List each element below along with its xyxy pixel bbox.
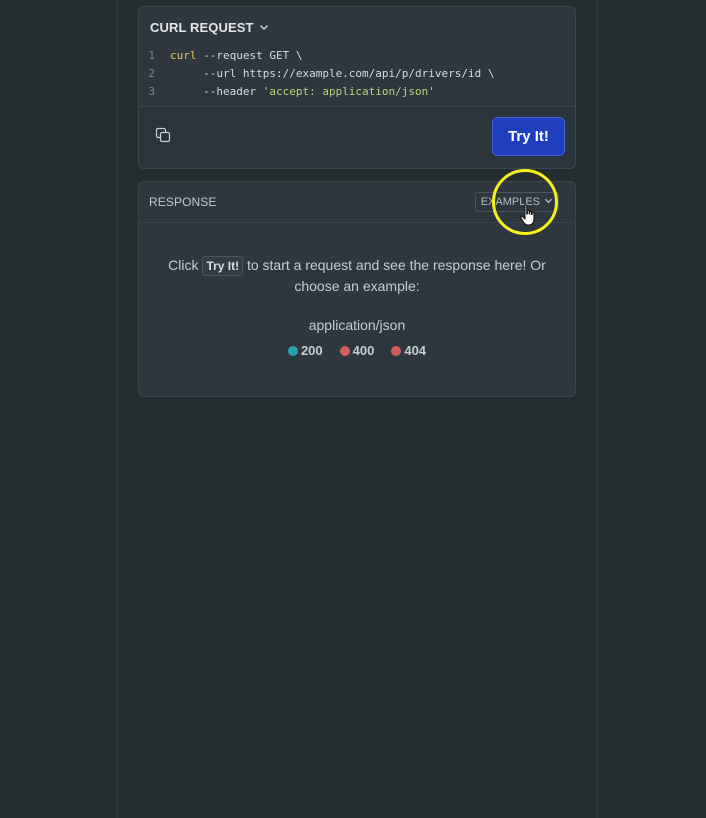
response-instructions: Click Try It! to start a request and see… [139, 255, 575, 297]
content-type-label: application/json [308, 317, 406, 333]
status-examples: 200 400 404 [139, 343, 575, 358]
status-code: 200 [300, 343, 323, 358]
curl-request-footer: Try It! [139, 106, 575, 168]
status-dot [339, 345, 350, 356]
copy-button[interactable] [153, 127, 173, 147]
curl-request-card: CURL REQUEST 1 curl --request GET \ 2 --… [138, 6, 576, 169]
instructions-text: Click [168, 257, 203, 273]
column-divider-left [117, 0, 118, 818]
code-line: 2 --url https://example.com/api/p/driver… [139, 65, 575, 83]
chevron-down-icon [544, 196, 553, 208]
status-dot [391, 345, 402, 356]
line-number: 3 [148, 85, 155, 98]
response-header: RESPONSE EXAMPLES [139, 182, 575, 223]
curl-request-header[interactable]: CURL REQUEST [139, 7, 575, 47]
response-body: Click Try It! to start a request and see… [139, 255, 575, 358]
copy-icon [155, 127, 171, 148]
code-text: --url https://example.com/api/p/drivers/… [170, 67, 495, 80]
examples-label: EXAMPLES [480, 196, 540, 208]
code-block: 1 curl --request GET \ 2 --url https://e… [139, 47, 575, 101]
examples-dropdown-button[interactable]: EXAMPLES [474, 192, 559, 212]
code-text: --header [170, 85, 263, 98]
code-text: --request GET \ [196, 49, 303, 62]
code-line: 3 --header 'accept: application/json' [139, 83, 575, 101]
response-title: RESPONSE [149, 195, 217, 209]
try-it-hint: Try It! [202, 256, 244, 276]
column-divider-right [597, 0, 598, 818]
chevron-down-icon [259, 22, 269, 32]
status-example-200[interactable]: 200 [287, 343, 323, 358]
code-line: 1 curl --request GET \ [139, 47, 575, 65]
status-code: 400 [352, 343, 375, 358]
status-example-400[interactable]: 400 [339, 343, 375, 358]
response-card: RESPONSE EXAMPLES Click Try It! to start… [138, 181, 576, 397]
status-example-404[interactable]: 404 [391, 343, 426, 358]
code-string: 'accept: application/json' [262, 85, 435, 98]
page: CURL REQUEST 1 curl --request GET \ 2 --… [0, 0, 706, 818]
line-number: 1 [148, 49, 155, 62]
status-code: 404 [404, 343, 427, 358]
status-dot [287, 345, 298, 356]
instructions-text: to start a request and see the response … [243, 257, 546, 294]
code-keyword: curl [170, 49, 197, 62]
curl-request-title: CURL REQUEST [150, 19, 254, 35]
try-it-button[interactable]: Try It! [492, 117, 565, 156]
line-number: 2 [148, 67, 155, 80]
